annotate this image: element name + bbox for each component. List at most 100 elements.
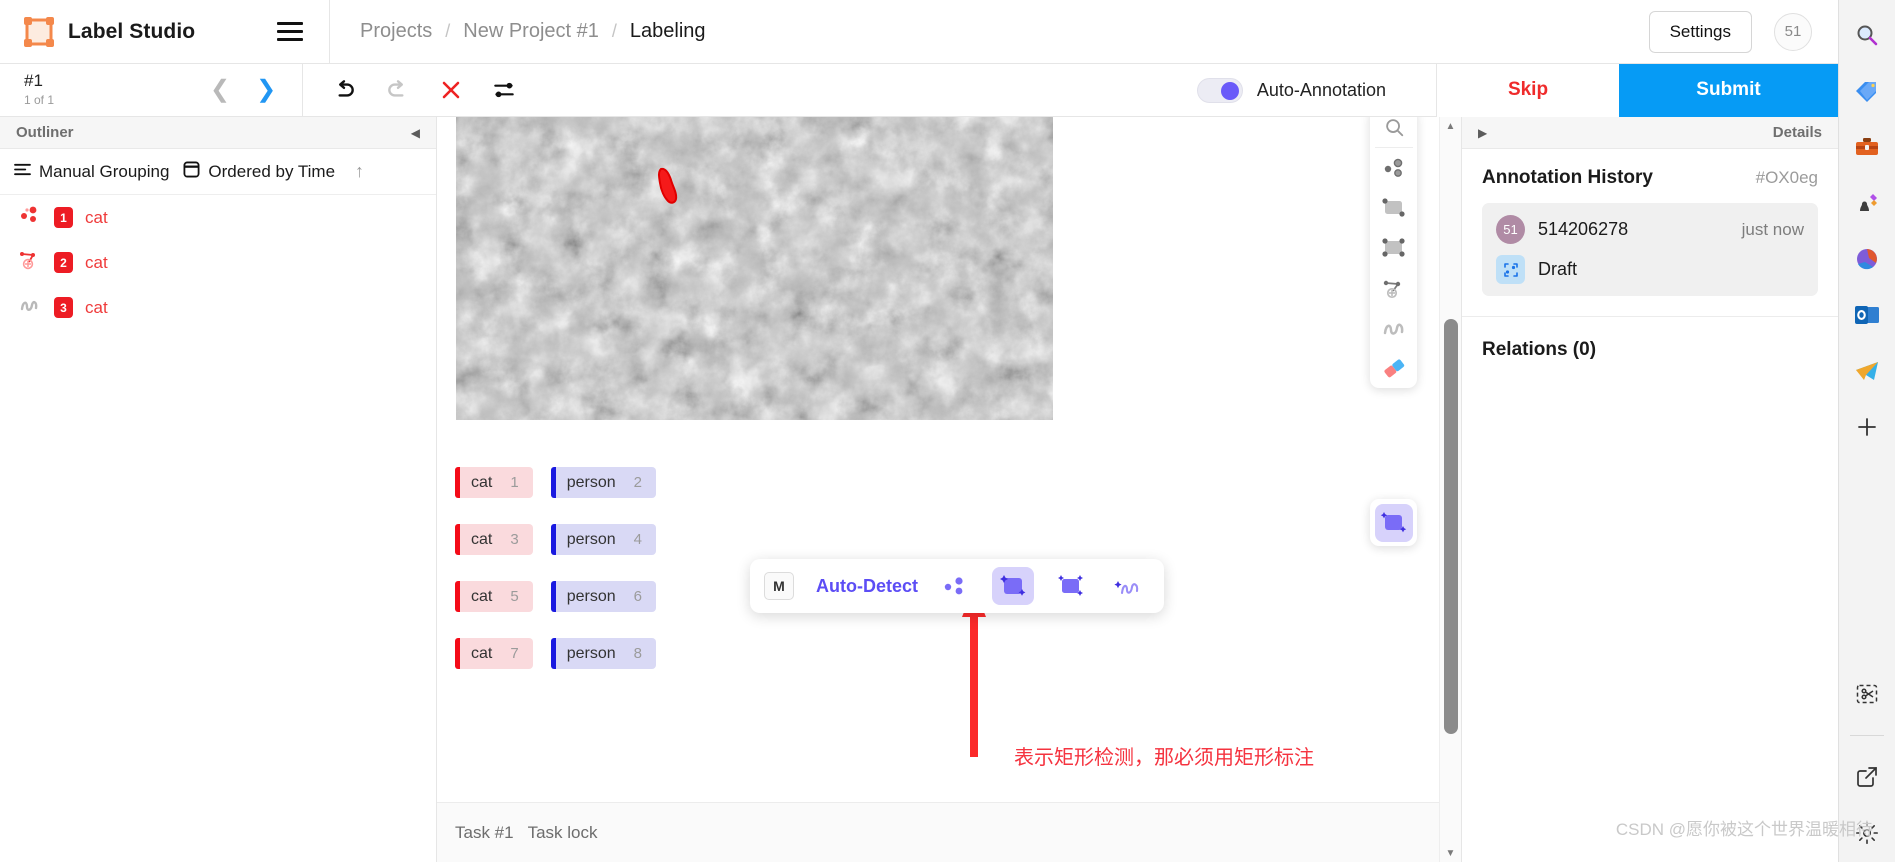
labels-control: cat 1 person 2 cat 3 person 4 cat 5 pers… [455,467,656,695]
games-icon[interactable] [1852,188,1882,218]
auto-polygon-icon[interactable] [1050,567,1092,605]
submit-button[interactable]: Submit [1619,63,1838,117]
keypoints-tool-icon[interactable] [1370,148,1417,188]
watermark: CSDN @愿你被这个世界温暖相待 [1615,820,1873,839]
history-tools [302,63,517,117]
hamburger-menu-icon[interactable] [277,22,303,41]
auto-rectangle-icon[interactable] [992,567,1034,605]
polygon-tool-icon[interactable] [1370,268,1417,308]
order-control[interactable]: Ordered by Time [183,161,335,183]
skip-button[interactable]: Skip [1436,63,1619,117]
auto-annotation-toggle[interactable] [1196,77,1243,103]
add-icon[interactable] [1852,412,1882,442]
label-chip-cat[interactable]: cat 7 [455,638,533,669]
scroll-up-icon[interactable]: ▲ [1440,117,1461,135]
region-index: 2 [54,252,73,273]
label-chip-name: cat [471,587,493,605]
expand-right-icon[interactable]: ▶ [1478,126,1487,140]
label-chip-person[interactable]: person 8 [550,638,656,669]
auto-detect-toolbar: M Auto-Detect [750,559,1164,613]
search-icon[interactable] [1852,20,1882,50]
breadcrumb-item-projects[interactable]: Projects [360,20,432,43]
grouping-label: Manual Grouping [39,161,170,181]
label-chip-person[interactable]: person 4 [550,524,656,555]
annotation-settings-icon[interactable] [491,77,517,103]
grouping-control[interactable]: Manual Grouping [14,162,169,182]
rectangle-3pt-tool-icon[interactable] [1370,228,1417,268]
noise-texture-icon [456,117,1053,420]
chevron-left-icon[interactable]: ❮ [210,78,230,102]
open-external-icon[interactable] [1852,762,1882,792]
order-label: Ordered by Time [208,161,336,181]
label-chip-hotkey: 3 [510,531,519,548]
undo-icon[interactable] [331,77,357,103]
label-chip-hotkey: 6 [633,588,642,605]
label-chip-person[interactable]: person 6 [550,581,656,612]
history-entry-user: 514206278 [1538,219,1629,239]
polygon-icon [18,248,42,277]
sort-ascending-icon[interactable]: ↑ [355,161,364,182]
annotated-image[interactable] [456,117,1053,420]
history-entry-time: just now [1741,219,1804,239]
breadcrumb-item-labeling: Labeling [629,20,706,42]
list-item[interactable]: 3 cat [0,285,436,330]
outlook-icon[interactable] [1852,300,1882,330]
canvas-scrollbar[interactable]: ▲ ▼ [1439,117,1461,862]
toolbox-icon[interactable] [1852,132,1882,162]
label-studio-app: Label Studio Projects / New Project #1 /… [0,0,1895,862]
history-entry-state: Draft [1538,259,1578,279]
annotation-action-bar: #1 1 of 1 ❮ ❯ Auto-Annotation Skip Submi… [0,63,1838,117]
label-chip-person[interactable]: person 2 [550,467,656,498]
task-nav: ❮ ❯ [210,78,302,102]
label-row: cat 5 person 6 [455,581,656,612]
auto-annotation-label: Auto-Annotation [1256,79,1386,100]
chevron-right-icon[interactable]: ❯ [256,78,276,102]
label-chip-hotkey: 4 [633,531,642,548]
outliner-title: Outliner [16,124,74,141]
brand-name: Label Studio [68,19,196,43]
screenshot-icon[interactable] [1852,679,1882,709]
draft-icon [1496,255,1525,284]
collapse-left-icon[interactable]: ◀ [411,126,420,140]
user-badge[interactable]: 51 [1774,12,1812,51]
task-footer-lock: Task lock [527,822,598,842]
list-item[interactable]: 1 cat [0,195,436,240]
details-title: Details [1772,124,1822,141]
auto-brush-icon[interactable] [1108,567,1150,605]
zoom-icon[interactable] [1370,117,1417,147]
label-chip-hotkey: 5 [510,588,519,605]
label-chip-cat[interactable]: cat 3 [455,524,533,555]
shopping-tag-icon[interactable] [1852,76,1882,106]
ordered-by-time-icon [183,161,200,183]
region-label: cat [85,252,108,272]
canvas-wrapper: cat 1 person 2 cat 3 person 4 cat 5 pers… [437,117,1439,802]
annotation-history-entry[interactable]: 51 514206278 just now Draft [1482,203,1818,296]
brush-tool-icon[interactable] [1370,308,1417,348]
list-item[interactable]: 2 cat [0,240,436,285]
tools-rail [1370,117,1417,388]
relations-title: Relations (0) [1482,339,1597,360]
reset-close-icon[interactable] [439,78,463,102]
label-chip-hotkey: 7 [510,645,519,662]
annotation-history-id: #OX0eg [1755,168,1818,187]
telegram-icon[interactable] [1852,356,1882,386]
breadcrumb-item-project[interactable]: New Project #1 [463,20,599,43]
scrollbar-thumb[interactable] [1444,319,1458,734]
label-chip-name: person [566,644,616,662]
auto-keypoints-icon[interactable] [934,567,976,605]
task-id: #1 [24,71,43,90]
microsoft365-icon[interactable] [1852,244,1882,274]
image-region-mask[interactable] [652,167,680,217]
redo-icon[interactable] [385,77,411,103]
annotation-note-text: 表示矩形检测，那必须用矩形标注 [1014,747,1314,769]
scroll-down-icon[interactable]: ▼ [1440,844,1461,862]
rectangle-tool-icon[interactable] [1370,188,1417,228]
eraser-tool-icon[interactable] [1370,348,1417,388]
label-row: cat 1 person 2 [455,467,656,498]
settings-button[interactable]: Settings [1648,10,1752,53]
label-chip-cat[interactable]: cat 1 [455,467,533,498]
active-tool-button[interactable] [1370,499,1417,546]
label-chip-cat[interactable]: cat 5 [455,581,533,612]
top-bar-actions: Settings 51 [1648,10,1838,53]
outliner-panel: Outliner ◀ Manual Grouping Ordered by Ti… [0,117,437,862]
